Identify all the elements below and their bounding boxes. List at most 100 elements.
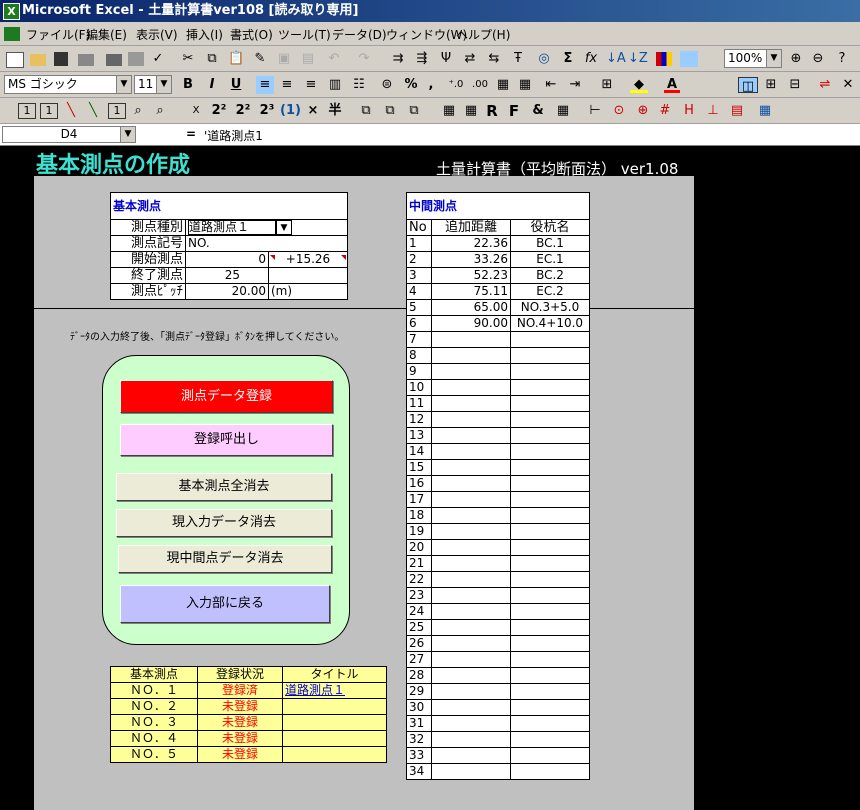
excel-app-icon[interactable]: X <box>3 3 20 20</box>
menu-data[interactable]: データ(D) <box>332 26 387 43</box>
cancel-icon[interactable]: ✕ <box>840 76 856 94</box>
mid-name-input[interactable]: BC.2 <box>510 267 590 284</box>
layout-icon[interactable]: ◫ <box>738 77 758 94</box>
drawing-icon[interactable] <box>680 51 698 67</box>
status-title-link[interactable] <box>282 714 387 731</box>
chevron-down-icon[interactable]: ▼ <box>116 76 131 93</box>
zoom-rect-icon[interactable]: ⌕ <box>130 102 146 120</box>
mid-dist-input[interactable] <box>431 667 511 684</box>
bold-button[interactable]: B <box>180 76 196 94</box>
increase-indent-icon[interactable]: ⇥ <box>566 76 584 94</box>
line-green-icon[interactable]: ╲ <box>84 102 102 120</box>
open-icon[interactable] <box>30 54 46 66</box>
mid-dist-input[interactable] <box>431 491 511 508</box>
mid-dist-input[interactable] <box>431 411 511 428</box>
copy-sheet-b-icon[interactable]: ⧉ <box>382 102 398 120</box>
autosum-icon[interactable]: Σ <box>560 50 576 68</box>
underline-button[interactable]: U <box>228 76 244 94</box>
mid-name-input[interactable] <box>510 331 590 348</box>
hyperlink-icon[interactable]: ◎ <box>536 50 552 68</box>
mid-dist-input[interactable] <box>431 587 511 604</box>
mid-dist-input[interactable] <box>431 363 511 380</box>
grid-icon[interactable]: ▦ <box>516 76 534 94</box>
decrease-indent-icon[interactable]: ⇤ <box>542 76 560 94</box>
menu-view[interactable]: 表示(V) <box>136 26 178 43</box>
copy-icon[interactable]: ⧉ <box>204 50 220 68</box>
mid-dist-input[interactable] <box>431 763 511 780</box>
mid-dist-input[interactable] <box>431 331 511 348</box>
sort-ascending-icon[interactable]: ↓A <box>606 50 626 68</box>
zoom-select[interactable]: 100% ▼ <box>724 49 782 68</box>
mid-dist-input[interactable] <box>431 443 511 460</box>
align-left-icon[interactable]: ≡ <box>256 76 274 94</box>
circle-invalid-icon[interactable]: Ŧ <box>510 50 526 68</box>
print-icon[interactable] <box>106 54 122 66</box>
research-icon[interactable]: ▤ <box>300 50 316 68</box>
mid-name-input[interactable]: EC.2 <box>510 283 590 300</box>
square-icon[interactable]: 2² <box>210 102 228 120</box>
pin-icon[interactable]: ⊥ <box>704 102 722 120</box>
formula-input[interactable]: '道路測点1 <box>204 127 263 144</box>
mid-name-input[interactable] <box>510 715 590 732</box>
clear-basic-button[interactable]: 基本測点全消去 <box>116 473 332 501</box>
zoom-rect-b-icon[interactable]: ⌕ <box>152 102 168 120</box>
mid-name-input[interactable]: EC.1 <box>510 251 590 268</box>
mid-dist-input[interactable]: 65.00 <box>431 299 511 316</box>
mid-dist-input[interactable] <box>431 635 511 652</box>
mid-dist-input[interactable] <box>431 347 511 364</box>
comma-icon[interactable]: , <box>424 76 438 94</box>
start-input[interactable]: 0 <box>185 251 269 268</box>
spelling-icon[interactable]: ✓ <box>150 50 166 68</box>
chevron-down-icon[interactable]: ▼ <box>156 76 171 93</box>
cut-icon[interactable]: ✂ <box>180 50 196 68</box>
menu-edit[interactable]: 編集(E) <box>86 26 127 43</box>
chevron-down-icon[interactable]: ▼ <box>766 50 781 67</box>
trace-precedents-icon[interactable]: ⇉ <box>390 50 406 68</box>
mid-dist-input[interactable] <box>431 379 511 396</box>
point-b-icon[interactable]: ⊕ <box>634 102 652 120</box>
mid-name-input[interactable] <box>510 523 590 540</box>
chevron-down-icon[interactable]: ▼ <box>276 220 292 235</box>
r-icon[interactable]: R <box>484 102 500 120</box>
mid-name-input[interactable] <box>510 651 590 668</box>
mid-dist-input[interactable] <box>431 555 511 572</box>
mid-dist-input[interactable]: 52.23 <box>431 267 511 284</box>
insert-image-icon[interactable]: ▣ <box>276 50 292 68</box>
mid-name-input[interactable] <box>510 667 590 684</box>
mid-dist-input[interactable] <box>431 603 511 620</box>
multiply-icon[interactable]: × <box>306 102 320 120</box>
menu-help[interactable]: ヘルプ(H) <box>456 26 510 43</box>
mid-dist-input[interactable] <box>431 507 511 524</box>
mid-name-input[interactable] <box>510 363 590 380</box>
mid-dist-input[interactable] <box>431 683 511 700</box>
mid-name-input[interactable]: NO.3+5.0 <box>510 299 590 316</box>
station-type-cell[interactable]: 道路測点１ ▼ <box>185 219 348 236</box>
mid-dist-input[interactable] <box>431 731 511 748</box>
mid-dist-input[interactable] <box>431 475 511 492</box>
mid-dist-input[interactable]: 33.26 <box>431 251 511 268</box>
status-title-link[interactable]: 道路測点１ <box>282 682 387 699</box>
register-button[interactable]: 測点データ登録 <box>120 380 333 413</box>
remove-arrows-icon[interactable]: Ψ <box>438 50 454 68</box>
point-icon[interactable]: ⊙ <box>610 102 628 120</box>
permission-icon[interactable] <box>78 54 94 66</box>
h-red-icon[interactable]: H <box>680 102 698 120</box>
mid-dist-input[interactable]: 22.36 <box>431 235 511 252</box>
mid-dist-input[interactable] <box>431 699 511 716</box>
arrows-icon[interactable]: ⇌ <box>816 76 834 94</box>
mid-name-input[interactable] <box>510 395 590 412</box>
print-preview-icon[interactable] <box>128 52 144 66</box>
pitch-input[interactable]: 20.00 <box>185 283 269 300</box>
font-color-icon[interactable]: A <box>664 76 680 93</box>
mid-name-input[interactable] <box>510 427 590 444</box>
mid-name-input[interactable] <box>510 747 590 764</box>
help-icon[interactable]: ? <box>834 50 850 68</box>
distribute-icon[interactable]: ☷ <box>350 76 368 94</box>
mid-dist-input[interactable] <box>431 523 511 540</box>
mid-name-input[interactable]: NO.4+10.0 <box>510 315 590 332</box>
mid-dist-input[interactable]: 90.00 <box>431 315 511 332</box>
recall-button[interactable]: 登録呼出し <box>120 424 333 456</box>
insert-function-icon[interactable]: fx <box>582 50 600 68</box>
f-icon[interactable]: F <box>506 102 522 120</box>
mid-name-input[interactable] <box>510 635 590 652</box>
